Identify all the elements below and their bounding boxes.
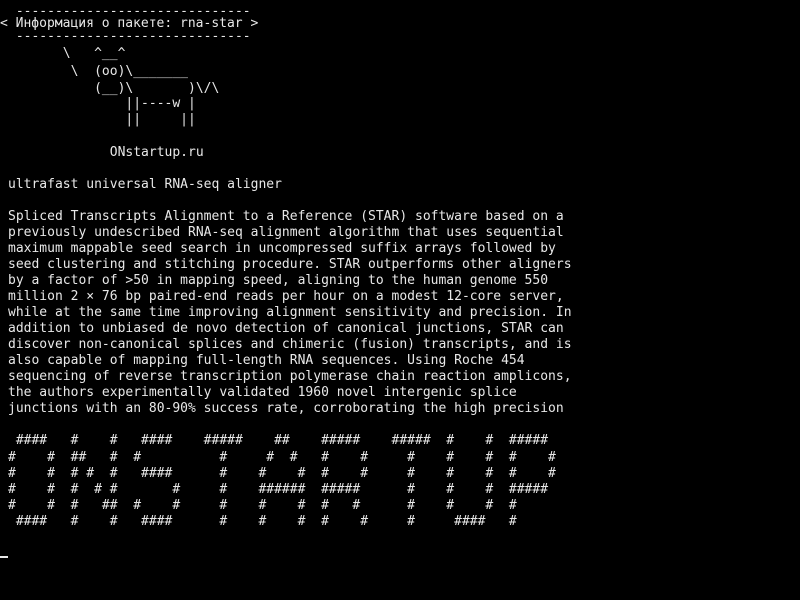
cow-ascii-line: \ ^__^ xyxy=(8,46,126,61)
ascii-banner-line: #### # # #### # # # # # # #### # xyxy=(8,514,517,529)
description-line: while at the same time improving alignme… xyxy=(8,305,572,320)
description-line: sequencing of reverse transcription poly… xyxy=(8,369,572,384)
description-line: by a factor of >50 in mapping speed, ali… xyxy=(8,273,549,288)
site-label: ONstartup.ru xyxy=(8,145,204,160)
ascii-banner-line: # # # # # # # ###### ##### # # # ##### xyxy=(8,482,549,497)
cow-ascii-line: ||----w | xyxy=(8,96,196,111)
ascii-banner-line: # # # # # #### # # # # # # # # # # xyxy=(8,466,556,481)
description-line: previously undescribed RNA-seq alignment… xyxy=(8,225,564,240)
description-line: Spliced Transcripts Alignment to a Refer… xyxy=(8,209,564,224)
description-line: junctions with an 80-90% success rate, c… xyxy=(8,401,564,416)
terminal-screen[interactable]: ------------------------------ < Информа… xyxy=(0,0,800,600)
description-line: discover non-canonical splices and chime… xyxy=(8,337,572,352)
text-cursor xyxy=(0,556,8,558)
description-line: million 2 × 76 bp paired-end reads per h… xyxy=(8,289,564,304)
cow-ascii-line: \ (oo)\_______ xyxy=(8,64,189,79)
package-summary: ultrafast universal RNA-seq aligner xyxy=(8,177,282,192)
ascii-banner-line: #### # # #### ##### ## ##### ##### # # #… xyxy=(8,433,549,448)
ascii-banner-line: # # ## # # # # # # # # # # # # xyxy=(8,450,556,465)
cowsay-bottom-border: ------------------------------ xyxy=(8,29,251,44)
description-line: also capable of mapping full-length RNA … xyxy=(8,353,525,368)
description-line: maximum mappable seed search in uncompre… xyxy=(8,241,556,256)
ascii-banner-line: # # # ## # # # # # # # # # # # xyxy=(8,498,517,513)
description-line: the authors experimentally validated 196… xyxy=(8,385,517,400)
cow-ascii-line: || || xyxy=(8,112,196,127)
description-line: seed clustering and stitching procedure.… xyxy=(8,257,572,272)
description-line: addition to unbiased de novo detection o… xyxy=(8,321,564,336)
cow-ascii-line: (__)\ )\/\ xyxy=(8,81,220,96)
